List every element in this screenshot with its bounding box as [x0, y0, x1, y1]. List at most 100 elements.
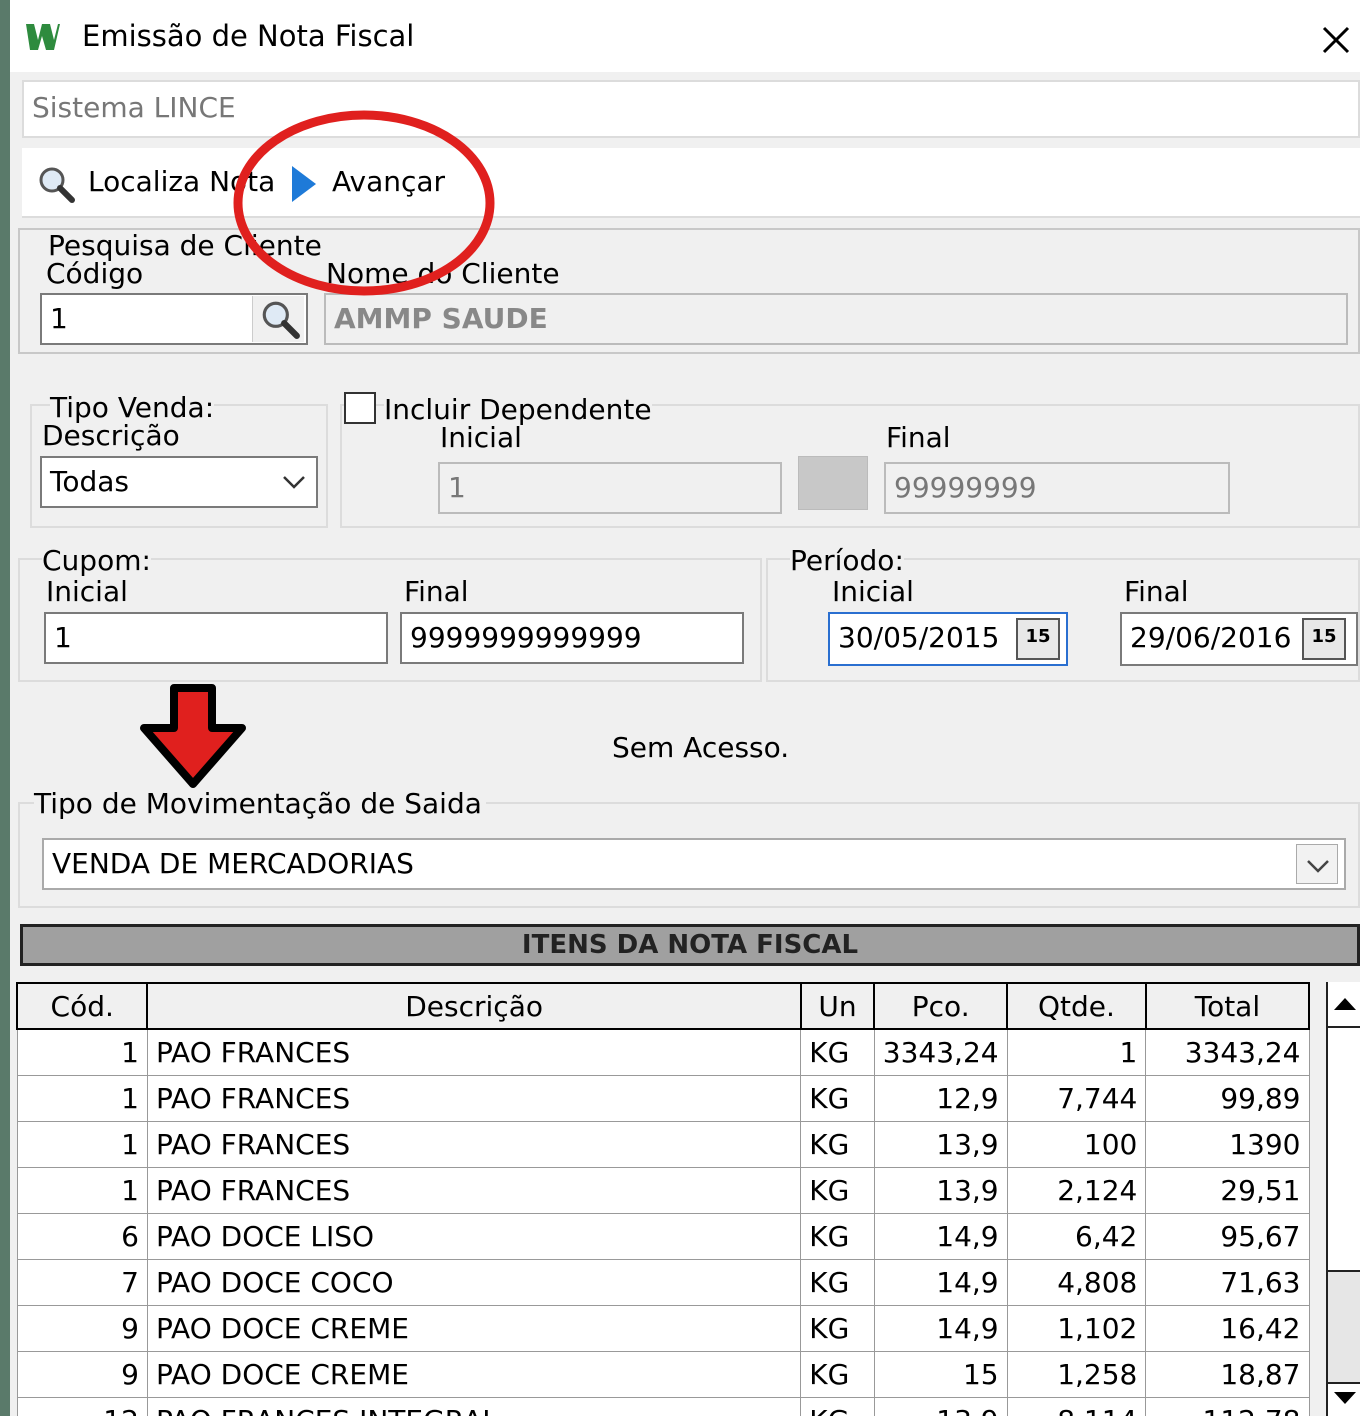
vertical-scrollbar[interactable] — [1326, 982, 1360, 1416]
column-header-qtde[interactable]: Qtde. — [1006, 982, 1147, 1030]
itens-table-container: Cód. Descrição Un Pco. Qtde. Total 1 PAO … — [16, 982, 1310, 1416]
title-bar: Emissão de Nota Fiscal — [10, 0, 1360, 72]
table-cell: 71,63 — [1145, 1259, 1310, 1306]
dependente-final-value: 99999999 — [894, 471, 1037, 504]
table-row[interactable]: 1 PAO FRANCES KG 13,9 2,124 29,51 — [16, 1167, 1310, 1214]
table-row[interactable]: 1 PAO FRANCES KG 12,9 7,744 99,89 — [16, 1075, 1310, 1122]
table-row[interactable]: 7 PAO DOCE COCO KG 14,9 4,808 71,63 — [16, 1259, 1310, 1306]
table-cell: 14,9 — [873, 1259, 1008, 1306]
table-cell: PAO DOCE COCO — [146, 1259, 802, 1306]
table-cell: 7 — [16, 1259, 148, 1306]
table-cell: PAO FRANCES — [146, 1167, 802, 1214]
cupom-final-value: 9999999999999 — [410, 621, 642, 654]
table-cell: 14,9 — [873, 1305, 1008, 1352]
dependente-search-button[interactable] — [798, 456, 868, 510]
table-cell: 1 — [16, 1028, 148, 1076]
cupom-final-label: Final — [404, 575, 469, 608]
table-cell: KG — [800, 1213, 875, 1260]
table-row[interactable]: 9 PAO DOCE CREME KG 15 1,258 18,87 — [16, 1351, 1310, 1398]
codigo-search-button[interactable] — [252, 296, 304, 342]
table-cell: PAO DOCE CREME — [146, 1351, 802, 1398]
table-cell: 7,744 — [1006, 1075, 1147, 1122]
table-cell: 2,124 — [1006, 1167, 1147, 1214]
scroll-thumb[interactable] — [1328, 1028, 1360, 1272]
movimentacao-select[interactable]: VENDA DE MERCADORIAS — [42, 838, 1346, 890]
itens-header: ITENS DA NOTA FISCAL — [20, 924, 1360, 966]
avancar-label: Avançar — [332, 165, 446, 198]
table-row[interactable]: 1 PAO FRANCES KG 13,9 100 1390 — [16, 1121, 1310, 1168]
table-cell: 14,9 — [873, 1213, 1008, 1260]
nome-cliente-value: AMMP SAUDE — [334, 302, 548, 335]
table-cell: 12 — [16, 1397, 148, 1416]
system-name: Sistema LINCE — [32, 91, 236, 124]
column-header-cod[interactable]: Cód. — [16, 982, 149, 1030]
codigo-value: 1 — [50, 302, 68, 335]
avancar-button[interactable]: Avançar — [282, 158, 452, 208]
table-cell: 6,42 — [1006, 1213, 1147, 1260]
table-cell: 112,78 — [1145, 1397, 1310, 1416]
tipo-venda-select[interactable]: Todas — [40, 456, 318, 508]
annotation-arrow-down — [140, 684, 246, 788]
table-cell: 29,51 — [1145, 1167, 1310, 1214]
table-cell: PAO FRANCES — [146, 1028, 802, 1076]
status-text: Sem Acesso. — [612, 731, 790, 764]
table-cell: 1 — [1006, 1028, 1147, 1076]
movimentacao-value: VENDA DE MERCADORIAS — [52, 847, 414, 880]
table-cell: 1390 — [1145, 1121, 1310, 1168]
table-cell: 1,102 — [1006, 1305, 1147, 1352]
table-cell: KG — [800, 1075, 875, 1122]
movimentacao-label: Tipo de Movimentação de Saida — [34, 788, 486, 820]
table-row[interactable]: 12PAO FRANCES INTEGRALKG13,98,114112,78 — [16, 1397, 1310, 1416]
table-cell: 15 — [873, 1351, 1008, 1398]
column-header-descricao[interactable]: Descrição — [146, 982, 802, 1030]
periodo-final-label: Final — [1124, 575, 1189, 608]
periodo-final-datepicker[interactable]: 29/06/2016 15 — [1120, 612, 1358, 666]
calendar-icon[interactable]: 15 — [1016, 618, 1060, 660]
table-cell: PAO DOCE LISO — [146, 1213, 802, 1260]
arrow-down-icon — [1334, 1392, 1356, 1404]
column-header-total[interactable]: Total — [1144, 982, 1310, 1030]
descricao-label: Descrição — [42, 419, 180, 452]
table-cell: 3343,24 — [873, 1028, 1008, 1076]
nome-cliente-field: AMMP SAUDE — [324, 293, 1348, 345]
scroll-down-button[interactable] — [1328, 1382, 1360, 1416]
incluir-dependente-checkbox[interactable] — [344, 392, 376, 424]
periodo-inicial-value: 30/05/2015 — [838, 621, 1000, 654]
dependente-final-label: Final — [886, 421, 951, 454]
cupom-inicial-input[interactable]: 1 — [44, 612, 388, 664]
dependente-inicial-value: 1 — [448, 471, 466, 504]
column-header-un[interactable]: Un — [799, 982, 876, 1030]
cupom-inicial-label: Inicial — [46, 575, 128, 608]
nome-cliente-label: Nome do Cliente — [326, 257, 560, 290]
table-cell: PAO DOCE CREME — [146, 1305, 802, 1352]
table-row[interactable]: 6 PAO DOCE LISO KG 14,9 6,42 95,67 — [16, 1213, 1310, 1260]
scroll-up-button[interactable] — [1328, 982, 1360, 1028]
periodo-inicial-datepicker[interactable]: 30/05/2015 15 — [828, 612, 1068, 666]
table-cell: KG — [800, 1121, 875, 1168]
cupom-final-input[interactable]: 9999999999999 — [400, 612, 744, 664]
table-cell: 13,9 — [873, 1121, 1008, 1168]
table-header-row: Cód. Descrição Un Pco. Qtde. Total — [16, 982, 1310, 1030]
table-cell: PAO FRANCES — [146, 1121, 802, 1168]
table-cell: 1 — [16, 1075, 148, 1122]
localiza-nota-button[interactable]: Localiza Nota — [32, 158, 277, 208]
table-cell: 3343,24 — [1145, 1028, 1310, 1076]
arrow-up-icon — [1334, 998, 1356, 1010]
toolbar: Localiza Nota Avançar — [22, 148, 1360, 218]
table-cell: 16,42 — [1145, 1305, 1310, 1352]
column-header-pco[interactable]: Pco. — [873, 982, 1009, 1030]
table-cell: 1 — [16, 1167, 148, 1214]
table-cell: 6 — [16, 1213, 148, 1260]
table-cell: 18,87 — [1145, 1351, 1310, 1398]
table-cell: 13,9 — [873, 1397, 1008, 1416]
movimentacao-dropdown-button[interactable] — [1296, 844, 1338, 884]
table-cell: 95,67 — [1145, 1213, 1310, 1260]
table-cell: KG — [800, 1167, 875, 1214]
calendar-icon[interactable]: 15 — [1302, 618, 1346, 660]
window-left-edge — [0, 0, 10, 1416]
close-icon[interactable] — [1320, 24, 1352, 56]
dependente-inicial-field: 1 — [438, 462, 782, 514]
periodo-label: Período: — [790, 544, 904, 577]
table-row[interactable]: 9 PAO DOCE CREME KG 14,9 1,102 16,42 — [16, 1305, 1310, 1352]
table-row[interactable]: 1 PAO FRANCES KG 3343,24 1 3343,24 — [16, 1028, 1310, 1076]
